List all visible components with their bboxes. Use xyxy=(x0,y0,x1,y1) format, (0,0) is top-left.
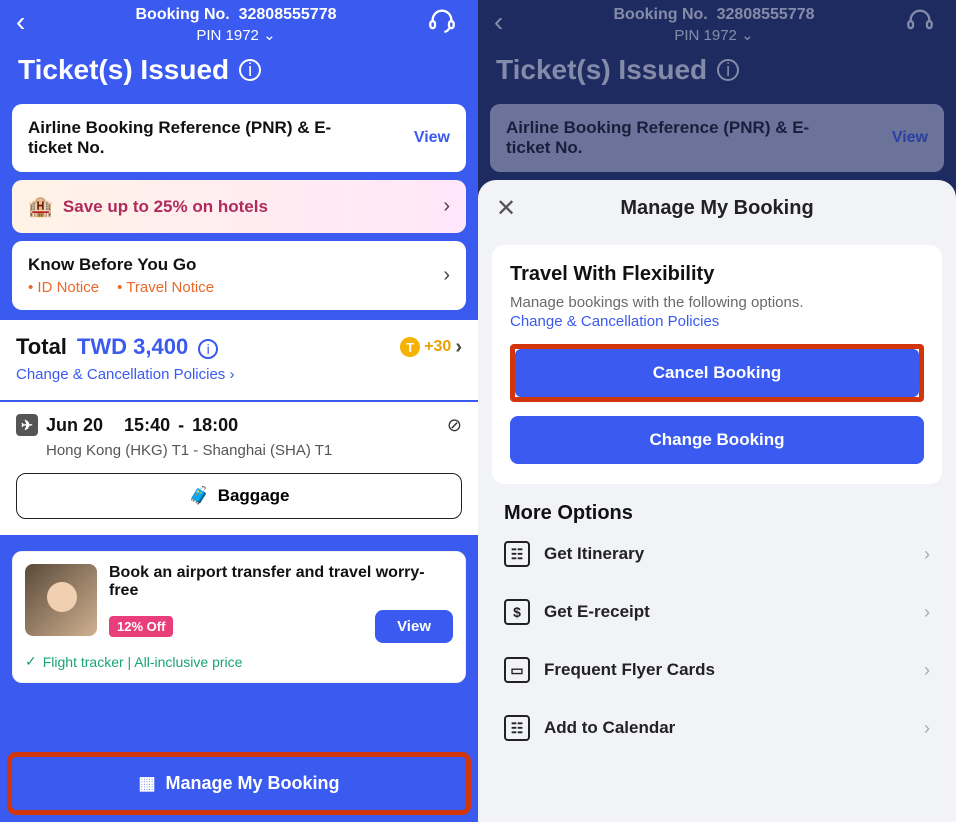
back-icon: ‹ xyxy=(494,6,522,38)
change-booking-button[interactable]: Change Booking xyxy=(510,416,924,464)
booking-no-label: Booking No. xyxy=(136,6,230,23)
transfer-view-button[interactable]: View xyxy=(375,610,453,643)
manage-booking-button[interactable]: ▦ Manage My Booking xyxy=(12,757,466,810)
chevron-right-icon: › xyxy=(924,602,930,623)
hotel-icon: 🏨 xyxy=(28,194,53,219)
id-notice: ID Notice xyxy=(28,279,99,296)
total-section: Total TWD 3,400 i T +30 › Change & Cance… xyxy=(0,320,478,400)
hotel-promo-card[interactable]: 🏨 Save up to 25% on hotels › xyxy=(12,180,466,233)
discount-badge: 12% Off xyxy=(109,616,173,637)
chevron-right-icon: › xyxy=(924,718,930,739)
flight-segment: ✈ Jun 20 15:40 - 18:00 ⊘ Hong Kong (HKG)… xyxy=(0,402,478,535)
manage-booking-screen: ‹ Booking No. 32808555778 PIN 1972 ⌄ xyxy=(478,0,956,822)
option-calendar[interactable]: ☷Add to Calendar › xyxy=(478,699,956,757)
header-dim: ‹ Booking No. 32808555778 PIN 1972 ⌄ xyxy=(478,0,956,96)
option-itinerary[interactable]: ☷Get Itinerary › xyxy=(478,525,956,583)
info-icon[interactable]: i xyxy=(198,339,218,359)
transfer-title: Book an airport transfer and travel worr… xyxy=(109,564,453,600)
promo-text: Save up to 25% on hotels xyxy=(63,197,268,217)
option-ereceipt[interactable]: $Get E-receipt › xyxy=(478,583,956,641)
card-icon: ▭ xyxy=(504,657,530,683)
airport-transfer-card: Book an airport transfer and travel worr… xyxy=(12,551,466,683)
policy-link[interactable]: Change & Cancellation Policies › xyxy=(16,366,234,383)
flex-subtitle: Manage bookings with the following optio… xyxy=(510,294,924,311)
route-text: Hong Kong (HKG) T1 - Shanghai (SHA) T1 xyxy=(46,442,462,459)
option-ffc[interactable]: ▭Frequent Flyer Cards › xyxy=(478,641,956,699)
check-circle-icon[interactable]: ⊘ xyxy=(447,415,462,436)
sheet-title: Manage My Booking xyxy=(528,197,938,220)
back-icon[interactable]: ‹ xyxy=(16,6,44,38)
check-icon: ✓ xyxy=(25,653,37,670)
header: ‹ Booking No. 32808555778 PIN 1972 ⌄ xyxy=(0,0,478,96)
info-icon: i xyxy=(717,59,739,81)
close-icon[interactable]: ✕ xyxy=(496,194,528,223)
chevron-right-icon: › xyxy=(924,544,930,565)
manage-booking-sheet: ✕ Manage My Booking Travel With Flexibil… xyxy=(478,180,956,822)
pnr-view-link[interactable]: View xyxy=(414,129,450,147)
chevron-down-icon: ⌄ xyxy=(263,27,276,44)
travel-notice: Travel Notice xyxy=(117,279,214,296)
baggage-button[interactable]: 🧳 Baggage xyxy=(16,473,462,519)
booking-detail-screen: ‹ Booking No. 32808555778 PIN 1972 ⌄ xyxy=(0,0,478,822)
itinerary-icon: ☷ xyxy=(504,541,530,567)
flex-policy-link[interactable]: Change & Cancellation Policies xyxy=(510,313,924,330)
transfer-image xyxy=(25,564,97,636)
baggage-icon: 🧳 xyxy=(189,486,210,506)
grid-icon: ▦ xyxy=(138,773,155,794)
chevron-right-icon: › xyxy=(924,660,930,681)
chevron-right-icon: › xyxy=(455,336,462,359)
kbyg-title: Know Before You Go xyxy=(28,255,214,275)
flex-title: Travel With Flexibility xyxy=(510,263,924,286)
info-icon[interactable]: i xyxy=(239,59,261,81)
total-label: Total xyxy=(16,334,67,360)
receipt-icon: $ xyxy=(504,599,530,625)
reward-points[interactable]: T +30 › xyxy=(400,336,462,359)
transfer-footer: ✓ Flight tracker | All-inclusive price xyxy=(25,653,453,670)
pnr-label: Airline Booking Reference (PNR) & E-tick… xyxy=(28,118,368,158)
know-before-card[interactable]: Know Before You Go ID Notice Travel Noti… xyxy=(12,241,466,310)
flexibility-card: Travel With Flexibility Manage bookings … xyxy=(492,245,942,484)
calendar-icon: ☷ xyxy=(504,715,530,741)
support-icon xyxy=(906,6,940,34)
support-icon[interactable] xyxy=(428,6,462,34)
pin-row[interactable]: PIN 1972 ⌄ xyxy=(44,26,428,44)
status-title: Ticket(s) Issued xyxy=(18,54,229,86)
chevron-right-icon: › xyxy=(443,195,450,218)
cancel-booking-button[interactable]: Cancel Booking xyxy=(515,349,919,397)
more-options-title: More Options xyxy=(478,496,956,525)
coin-icon: T xyxy=(400,337,420,357)
booking-no-value: 32808555778 xyxy=(239,6,337,23)
plane-icon: ✈ xyxy=(16,414,38,436)
pnr-card[interactable]: Airline Booking Reference (PNR) & E-tick… xyxy=(12,104,466,172)
chevron-right-icon: › xyxy=(443,264,450,287)
